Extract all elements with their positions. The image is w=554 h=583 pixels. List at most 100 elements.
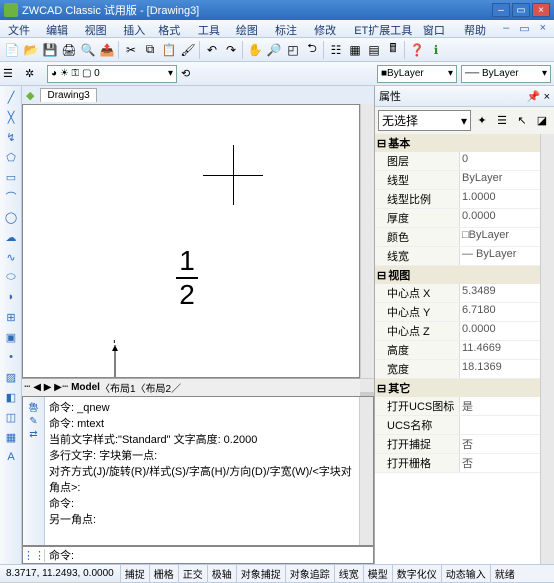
- revcloud-icon[interactable]: ☁: [2, 228, 20, 246]
- cmd-icon2[interactable]: ✎: [29, 416, 37, 427]
- ellipsearc-icon[interactable]: ◗: [2, 288, 20, 306]
- mtext-icon[interactable]: A: [2, 448, 20, 466]
- lwt-toggle[interactable]: 线宽: [334, 564, 364, 583]
- zoom-rt-icon[interactable]: 🔎: [265, 41, 283, 59]
- doc-tab[interactable]: Drawing3: [40, 88, 96, 102]
- redo-icon[interactable]: ↷: [222, 41, 240, 59]
- open-icon[interactable]: 📂: [22, 41, 40, 59]
- tab-nav[interactable]: ⵈ ◀ ▶ ▶ⵈ: [24, 382, 68, 393]
- toggle-icon[interactable]: ◪: [533, 112, 551, 130]
- tab-model[interactable]: Model: [71, 382, 100, 393]
- publish-icon[interactable]: 📤: [98, 41, 116, 59]
- point-icon[interactable]: •: [2, 348, 20, 366]
- layer-toolbar: ☰ ✲ ◕ ☀ ⚿ ▢ 0▾ ⟲ ■ByLayer▾ ── ByLayer▾: [0, 62, 554, 86]
- line-icon[interactable]: ╱: [2, 88, 20, 106]
- menu-insert[interactable]: 插入(I): [119, 20, 154, 37]
- help-icon[interactable]: ❓: [408, 41, 426, 59]
- copy-icon[interactable]: ⧉: [141, 41, 159, 59]
- grid-toggle[interactable]: 栅格: [149, 564, 179, 583]
- layerprops-icon[interactable]: ☰: [3, 67, 21, 80]
- insert-icon[interactable]: ⊞: [2, 308, 20, 326]
- mdi-close[interactable]: ×: [536, 20, 550, 37]
- menu-et[interactable]: ET扩展工具(X): [350, 20, 419, 37]
- ortho-toggle[interactable]: 正交: [178, 564, 208, 583]
- undo-icon[interactable]: ↶: [203, 41, 221, 59]
- xline-icon[interactable]: ╳: [2, 108, 20, 126]
- color-dropdown[interactable]: ■ByLayer▾: [377, 65, 457, 83]
- block-icon[interactable]: ▣: [2, 328, 20, 346]
- menu-view[interactable]: 视图(V): [81, 20, 120, 37]
- save-icon[interactable]: 💾: [41, 41, 59, 59]
- layer-dropdown[interactable]: ◕ ☀ ⚿ ▢ 0▾: [47, 65, 177, 83]
- tab-layout2[interactable]: 布局2: [146, 380, 172, 395]
- print-icon[interactable]: 🖨: [60, 41, 78, 59]
- polar-toggle[interactable]: 极轴: [207, 564, 237, 583]
- mdi-minimize[interactable]: –: [499, 20, 513, 37]
- tab-layout1[interactable]: 布局1: [110, 380, 136, 395]
- pan-icon[interactable]: ✋: [246, 41, 264, 59]
- maximize-button[interactable]: ▭: [512, 3, 530, 17]
- snap-toggle[interactable]: 捕捉: [120, 564, 150, 583]
- pline-icon[interactable]: ↯: [2, 128, 20, 146]
- hatch-icon[interactable]: ▨: [2, 368, 20, 386]
- layerprev-icon[interactable]: ⟲: [181, 67, 199, 80]
- spline-icon[interactable]: ∿: [2, 248, 20, 266]
- new-icon[interactable]: 📄: [3, 41, 21, 59]
- menu-dimension[interactable]: 标注(N): [271, 20, 310, 37]
- menu-tools[interactable]: 工具(T): [194, 20, 232, 37]
- paste-icon[interactable]: 📋: [160, 41, 178, 59]
- selobj-icon[interactable]: ↖: [513, 112, 531, 130]
- rect-icon[interactable]: ▭: [2, 168, 20, 186]
- matchprop-icon[interactable]: 🖌: [179, 41, 197, 59]
- menu-file[interactable]: 文件(F): [4, 20, 42, 37]
- gradient-icon[interactable]: ◧: [2, 388, 20, 406]
- region-icon[interactable]: ◫: [2, 408, 20, 426]
- cmd-vscroll[interactable]: [359, 397, 373, 545]
- minimize-button[interactable]: –: [492, 3, 510, 17]
- close-button[interactable]: ×: [532, 3, 550, 17]
- calc-icon[interactable]: 🖩: [384, 41, 402, 59]
- titlebar: ZWCAD Classic 试用版 - [Drawing3] – ▭ ×: [0, 0, 554, 20]
- lineweight-dropdown[interactable]: ── ByLayer▾: [461, 65, 551, 83]
- cut-icon[interactable]: ✂: [122, 41, 140, 59]
- cat-basic[interactable]: ⊟基本: [375, 134, 540, 152]
- layerstate-icon[interactable]: ✲: [25, 67, 43, 80]
- pickadd-icon[interactable]: ☰: [493, 112, 511, 130]
- dyn-toggle[interactable]: 动态输入: [441, 564, 491, 583]
- designcenter-icon[interactable]: ▦: [346, 41, 364, 59]
- properties-icon[interactable]: ☷: [327, 41, 345, 59]
- polygon-icon[interactable]: ⬠: [2, 148, 20, 166]
- preview-icon[interactable]: 🔍: [79, 41, 97, 59]
- command-line[interactable]: ⋮⋮ 命令:: [22, 546, 374, 564]
- otrack-toggle[interactable]: 对象追踪: [285, 564, 335, 583]
- cmd-icon3[interactable]: ⇄: [29, 429, 37, 440]
- cat-view[interactable]: ⊟视图: [375, 266, 540, 284]
- ellipse-icon[interactable]: ⬭: [2, 268, 20, 286]
- menu-format[interactable]: 格式(O): [154, 20, 194, 37]
- menu-help[interactable]: 帮助(H): [460, 20, 499, 37]
- menu-window[interactable]: 窗口(W): [419, 20, 460, 37]
- selection-dropdown[interactable]: 无选择▾: [378, 110, 471, 131]
- cmd-icon1[interactable]: 魯: [29, 399, 39, 414]
- tablet-toggle[interactable]: 数字化仪: [392, 564, 442, 583]
- quicksel-icon[interactable]: ✦: [473, 112, 491, 130]
- arc-icon[interactable]: ⌒: [2, 188, 20, 206]
- cmd-handle-icon[interactable]: ⋮⋮: [23, 549, 45, 562]
- props-pin-icon[interactable]: 📌 ×: [527, 90, 550, 103]
- menu-edit[interactable]: 编辑(E): [42, 20, 81, 37]
- menu-modify[interactable]: 修改(M): [310, 20, 350, 37]
- mdi-restore[interactable]: ▭: [515, 20, 533, 37]
- osnap-toggle[interactable]: 对象捕捉: [236, 564, 286, 583]
- zoom-win-icon[interactable]: ◰: [284, 41, 302, 59]
- model-toggle[interactable]: 模型: [363, 564, 393, 583]
- toolpalette-icon[interactable]: ▤: [365, 41, 383, 59]
- drawing-area[interactable]: 1 2 X Y: [22, 104, 360, 378]
- vscrollbar[interactable]: [360, 104, 374, 378]
- zoom-prev-icon[interactable]: ⮌: [303, 41, 321, 59]
- table-icon[interactable]: ▦: [2, 428, 20, 446]
- circle-icon[interactable]: ◯: [2, 208, 20, 226]
- menu-draw[interactable]: 绘图(D): [232, 20, 271, 37]
- info-icon[interactable]: ℹ: [427, 41, 445, 59]
- props-vscroll[interactable]: [540, 134, 554, 564]
- cat-other[interactable]: ⊟其它: [375, 379, 540, 397]
